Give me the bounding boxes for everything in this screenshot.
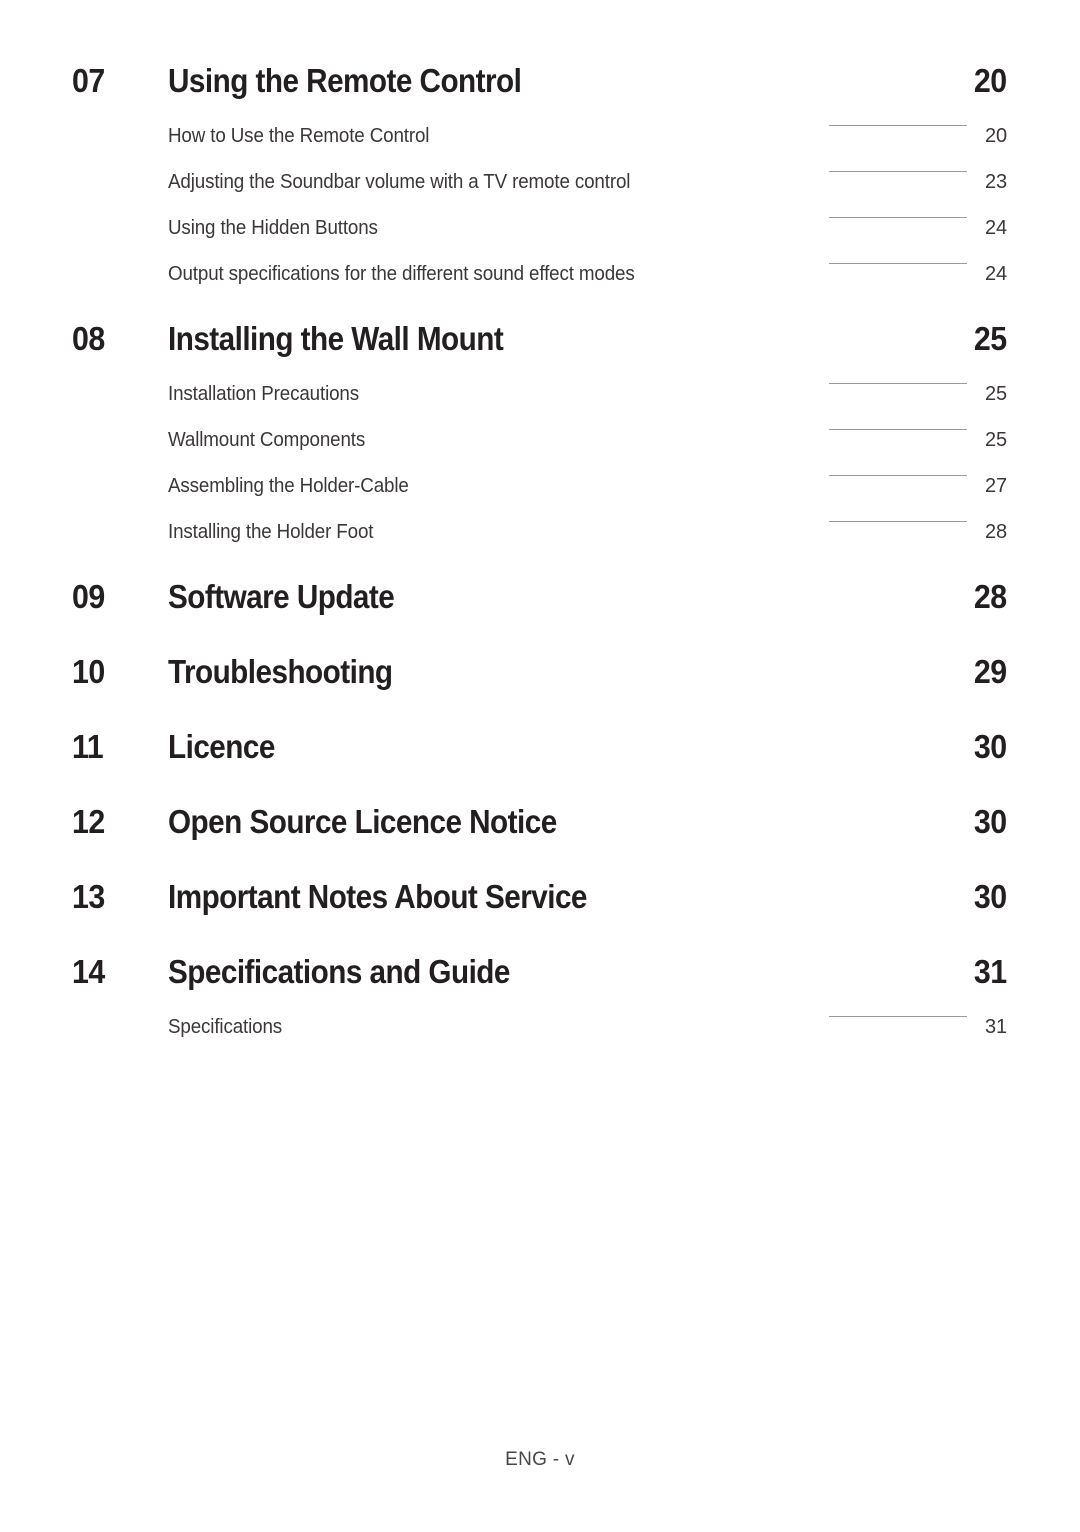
toc-entry-page-number: 24 <box>984 263 1007 285</box>
leader-line <box>829 263 967 264</box>
toc-entry-row[interactable]: Using the Hidden Buttons 24 <box>0 217 1080 262</box>
toc-entry-page-number: 25 <box>984 429 1007 451</box>
section-number: 09 <box>72 578 105 615</box>
toc-entry-title: Specifications <box>168 1016 283 1038</box>
toc-entry-title: Output specifications for the different … <box>168 263 635 285</box>
leader-line <box>829 383 967 384</box>
leader-line <box>829 429 967 430</box>
toc-entry-title: Wallmount Components <box>168 429 366 451</box>
toc-entry-title: Assembling the Holder-Cable <box>168 475 409 497</box>
toc-entry-page-number: 23 <box>984 171 1007 193</box>
toc-section-row[interactable]: 11 Licence 30 <box>0 728 1080 804</box>
section-page-number: 30 <box>974 878 1007 915</box>
page-footer: ENG - v <box>505 1449 575 1470</box>
section-number: 08 <box>72 320 105 357</box>
toc-entry-row[interactable]: How to Use the Remote Control 20 <box>0 125 1080 170</box>
section-title: Software Update <box>168 578 395 615</box>
toc-entry-title: Adjusting the Soundbar volume with a TV … <box>168 171 631 193</box>
toc-section-row[interactable]: 12 Open Source Licence Notice 30 <box>0 803 1080 879</box>
toc-entry-page-number: 20 <box>984 125 1007 147</box>
section-page-number: 30 <box>974 803 1007 840</box>
section-title: Open Source Licence Notice <box>168 803 557 840</box>
section-number: 10 <box>72 653 105 690</box>
toc-entry-page-number: 25 <box>984 383 1007 405</box>
section-page-number: 20 <box>974 62 1007 99</box>
section-title: Important Notes About Service <box>168 878 587 915</box>
toc-page: 07 Using the Remote Control 20 How to Use t… <box>0 0 1080 1532</box>
toc-entry-row[interactable]: Output specifications for the different … <box>0 263 1080 308</box>
section-page-number: 31 <box>974 953 1007 990</box>
section-number: 11 <box>72 728 104 765</box>
leader-line <box>829 217 967 218</box>
section-number: 13 <box>72 878 105 915</box>
toc-entry-title: Installing the Holder Foot <box>168 521 374 543</box>
toc-entry-row[interactable]: Installation Precautions 25 <box>0 383 1080 428</box>
section-number: 14 <box>72 953 105 990</box>
leader-line <box>829 521 967 522</box>
toc-entry-page-number: 27 <box>984 475 1007 497</box>
toc-entry-row[interactable]: Specifications 31 <box>0 1016 1080 1061</box>
toc-section-row[interactable]: 10 Troubleshooting 29 <box>0 653 1080 729</box>
leader-line <box>829 171 967 172</box>
section-title: Installing the Wall Mount <box>168 320 504 357</box>
section-number: 12 <box>72 803 105 840</box>
section-page-number: 29 <box>974 653 1007 690</box>
toc-section-row[interactable]: 09 Software Update 28 <box>0 578 1080 654</box>
toc-entry-title: How to Use the Remote Control <box>168 125 430 147</box>
section-title: Specifications and Guide <box>168 953 510 990</box>
section-number: 07 <box>72 62 105 99</box>
toc-entry-row[interactable]: Assembling the Holder-Cable 27 <box>0 475 1080 520</box>
leader-line <box>829 125 967 126</box>
leader-line <box>829 1016 967 1017</box>
toc-entry-row[interactable]: Adjusting the Soundbar volume with a TV … <box>0 171 1080 216</box>
section-title: Troubleshooting <box>168 653 393 690</box>
toc-entry-page-number: 28 <box>984 521 1007 543</box>
toc-entry-row[interactable]: Installing the Holder Foot 28 <box>0 521 1080 566</box>
toc-section-row[interactable]: 13 Important Notes About Service 30 <box>0 878 1080 954</box>
toc-entry-page-number: 24 <box>984 217 1007 239</box>
section-title: Using the Remote Control <box>168 62 522 99</box>
toc-entry-title: Installation Precautions <box>168 383 359 405</box>
section-page-number: 28 <box>974 578 1007 615</box>
toc-entry-title: Using the Hidden Buttons <box>168 217 378 239</box>
section-page-number: 30 <box>974 728 1007 765</box>
section-title: Licence <box>168 728 275 765</box>
toc-entry-page-number: 31 <box>984 1016 1007 1038</box>
section-page-number: 25 <box>974 320 1007 357</box>
leader-line <box>829 475 967 476</box>
toc-entry-row[interactable]: Wallmount Components 25 <box>0 429 1080 474</box>
